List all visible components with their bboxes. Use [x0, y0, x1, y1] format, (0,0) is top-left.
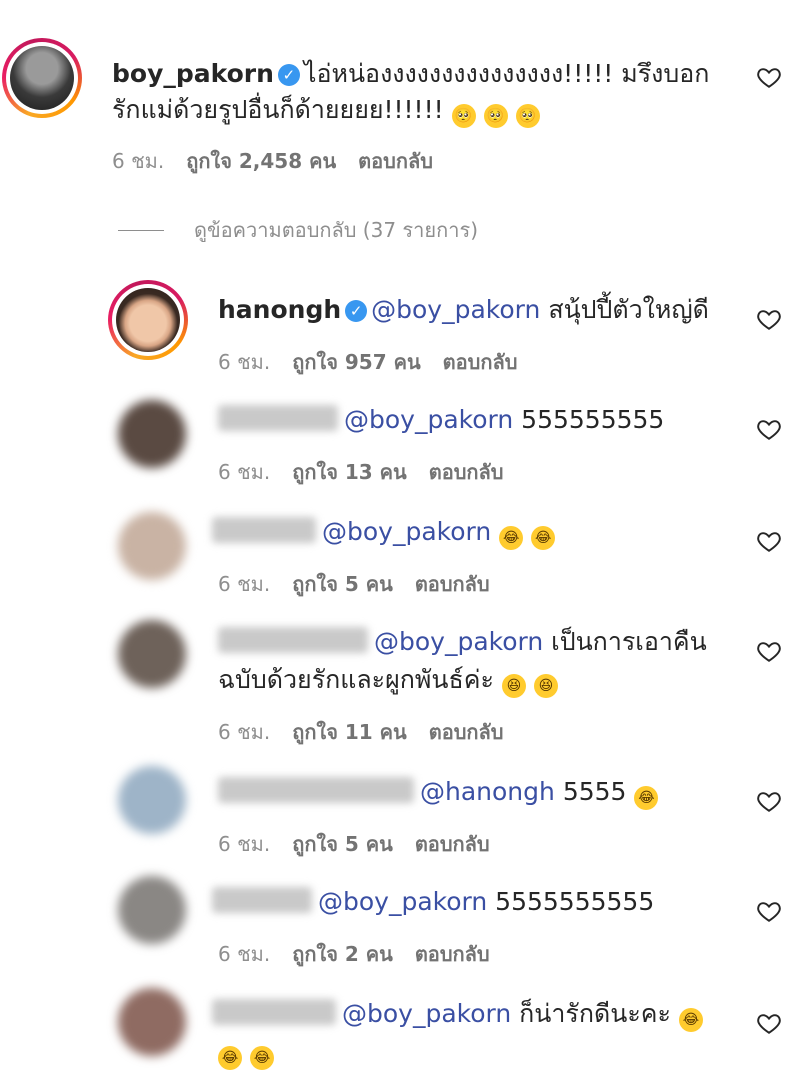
- crying-face-emoji: 🥺: [451, 104, 476, 128]
- reply-meta: 6 ชม. ถูกใจ 5 คน ตอบกลับ: [218, 828, 512, 860]
- reply-button[interactable]: ตอบกลับ: [429, 720, 504, 744]
- mention-link[interactable]: @boy_pakorn: [344, 405, 513, 434]
- reply-meta: 6 ชม. ถูกใจ 957 คน ตอบกลับ: [218, 346, 539, 378]
- reply-meta: 6 ชม. ถูกใจ 13 คน ตอบกลับ: [218, 456, 525, 488]
- avatar[interactable]: [118, 766, 186, 834]
- like-count[interactable]: ถูกใจ 5 คน: [292, 832, 393, 856]
- blurred-username: [218, 777, 414, 803]
- comment-username[interactable]: boy_pakorn: [112, 59, 274, 88]
- comment-text-line2: รักแม่ด้วยรูปอื่นก็ด้ายยยย!!!!!!: [112, 95, 444, 124]
- reply-text: ก็น่ารักดีนะคะ: [519, 999, 671, 1028]
- avatar[interactable]: [118, 620, 186, 688]
- mention-link[interactable]: @hanongh: [420, 777, 555, 806]
- reply-meta: 6 ชม. ถูกใจ 11 คน ตอบกลับ: [218, 716, 525, 748]
- reply-text: 5555: [562, 777, 627, 806]
- like-count[interactable]: ถูกใจ 2 คน: [292, 942, 393, 966]
- mention-link[interactable]: @boy_pakorn: [374, 627, 543, 656]
- blurred-username: [212, 999, 336, 1025]
- reply-button[interactable]: ตอบกลับ: [358, 149, 433, 173]
- reply-time: 6 ชม.: [218, 460, 271, 484]
- like-count[interactable]: ถูกใจ 11 คน: [292, 720, 407, 744]
- reply-text-line2: ฉบับด้วยรักและผูกพันธ์ค่ะ: [218, 665, 494, 694]
- crying-face-emoji: 🥺: [483, 104, 508, 128]
- verified-badge-icon: ✓: [277, 64, 300, 86]
- reply-text: สนุ้ปปี้ตัวใหญ่ดี: [548, 295, 709, 324]
- reply-meta: 6 ชม. ถูกใจ 2 คน ตอบกลับ: [218, 938, 512, 970]
- reply-meta: 6 ชม. ถูกใจ 5 คน ตอบกลับ: [218, 568, 512, 600]
- reply-time: 6 ชม.: [218, 832, 271, 856]
- like-count[interactable]: ถูกใจ 2,458 คน: [186, 149, 336, 173]
- tears-of-joy-emoji: 😂: [634, 786, 659, 810]
- blurred-username: [212, 887, 312, 913]
- reply-text: เป็นการเอาคืน: [551, 627, 707, 656]
- avatar[interactable]: [2, 38, 82, 118]
- heart-outline-icon[interactable]: [756, 64, 782, 90]
- avatar[interactable]: [118, 876, 186, 944]
- reply-button[interactable]: ตอบกลับ: [443, 350, 518, 374]
- view-replies-button[interactable]: ดูข้อความตอบกลับ (37 รายการ): [118, 214, 478, 246]
- tears-of-joy-emoji: 😂: [678, 1008, 703, 1032]
- tears-of-joy-emoji: 😂: [531, 526, 556, 550]
- avatar[interactable]: [118, 988, 186, 1056]
- blurred-username: [218, 627, 368, 653]
- avatar[interactable]: [118, 512, 186, 580]
- mention-link[interactable]: @boy_pakorn: [342, 999, 511, 1028]
- mention-link[interactable]: @boy_pakorn: [318, 887, 487, 916]
- reply-button[interactable]: ตอบกลับ: [415, 942, 490, 966]
- blurred-username: [218, 405, 338, 431]
- reply-username[interactable]: hanongh: [218, 295, 341, 324]
- heart-outline-icon[interactable]: [756, 898, 782, 924]
- crying-face-emoji: 🥺: [515, 104, 540, 128]
- reply-button[interactable]: ตอบกลับ: [429, 460, 504, 484]
- avatar[interactable]: [108, 280, 188, 360]
- like-count[interactable]: ถูกใจ 5 คน: [292, 572, 393, 596]
- grinning-squinting-emoji: 😆: [501, 674, 526, 698]
- heart-outline-icon[interactable]: [756, 1010, 782, 1036]
- like-count[interactable]: ถูกใจ 13 คน: [292, 460, 407, 484]
- reply-button[interactable]: ตอบกลับ: [415, 832, 490, 856]
- reply-text: 555555555: [521, 405, 665, 434]
- heart-outline-icon[interactable]: [756, 788, 782, 814]
- tears-of-joy-emoji: 😂: [499, 526, 524, 550]
- heart-outline-icon[interactable]: [756, 638, 782, 664]
- reply-time: 6 ชม.: [218, 572, 271, 596]
- reply-text: 5555555555: [495, 887, 655, 916]
- mention-link[interactable]: @boy_pakorn: [322, 517, 491, 546]
- comment-meta: 6 ชม. ถูกใจ 2,458 คน ตอบกลับ: [112, 145, 455, 177]
- mention-link[interactable]: @boy_pakorn: [371, 295, 540, 324]
- avatar[interactable]: [118, 400, 186, 468]
- heart-outline-icon[interactable]: [756, 528, 782, 554]
- comment-text: ไอ่หน่องงงงงงงงงงงงงงง!!!!! มรึงบอก: [303, 59, 710, 88]
- tears-of-joy-emoji: 😂: [250, 1046, 274, 1070]
- like-count[interactable]: ถูกใจ 957 คน: [292, 350, 420, 374]
- heart-outline-icon[interactable]: [756, 416, 782, 442]
- reply-time: 6 ชม.: [218, 350, 271, 374]
- heart-outline-icon[interactable]: [756, 306, 782, 332]
- reply-time: 6 ชม.: [218, 942, 271, 966]
- blurred-username: [212, 517, 316, 543]
- verified-badge-icon: ✓: [345, 300, 368, 322]
- comment-time: 6 ชม.: [112, 149, 165, 173]
- tears-of-joy-emoji: 😂: [218, 1046, 242, 1070]
- reply-time: 6 ชม.: [218, 720, 271, 744]
- grinning-squinting-emoji: 😆: [533, 674, 558, 698]
- reply-button[interactable]: ตอบกลับ: [415, 572, 490, 596]
- divider: [118, 230, 164, 231]
